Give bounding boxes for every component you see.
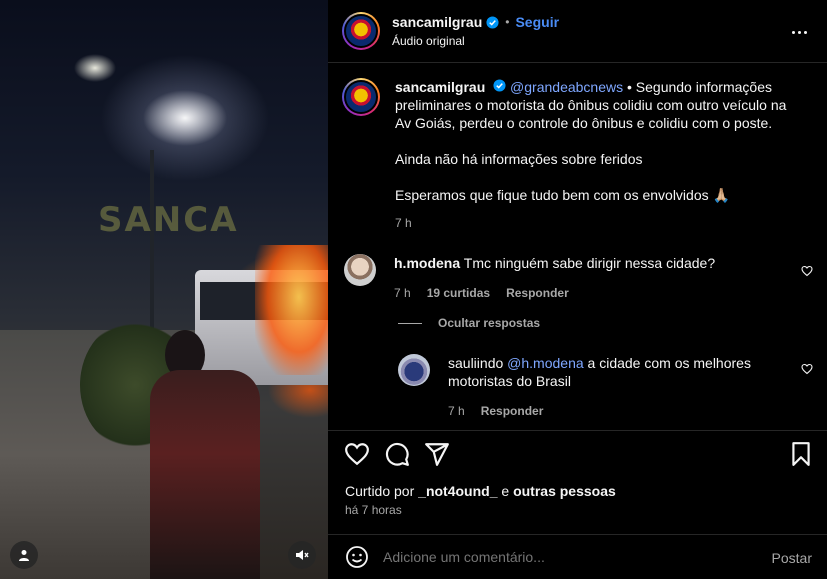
likes-summary: Curtido por _not4ound_ e outras pessoas	[345, 483, 616, 499]
heart-icon[interactable]	[344, 441, 370, 467]
reply-username[interactable]: sauliindo	[448, 355, 503, 371]
instagram-post-modal: SANCA sancamilgrau • Seguir Áudio origin…	[0, 0, 827, 579]
reply-mention-link[interactable]: @h.modena	[507, 355, 583, 371]
reply-item: sauliindo @h.modena a cidade com os melh…	[398, 354, 813, 420]
comment-likes[interactable]: 19 curtidas	[427, 284, 490, 302]
avatar-logo	[344, 80, 378, 114]
caption-text-3: Esperamos que fique tudo bem com os envo…	[395, 187, 730, 203]
header-text: sancamilgrau • Seguir Áudio original	[392, 14, 559, 48]
caption-mention-link[interactable]: @grandeabcnews	[510, 79, 623, 95]
person-body	[150, 370, 260, 579]
caption-body: sancamilgrau @grandeabcnews • Segundo in…	[395, 78, 800, 232]
verified-badge-icon	[486, 15, 499, 29]
reply-meta: 7 h Responder	[448, 402, 778, 420]
more-dot	[797, 30, 801, 34]
person-silhouette	[150, 330, 260, 579]
reply-like-heart-icon[interactable]	[801, 363, 813, 375]
verified-badge-icon	[493, 79, 506, 92]
original-audio-link[interactable]: Áudio original	[392, 34, 559, 48]
commenter-avatar[interactable]	[344, 254, 376, 286]
author-username[interactable]: sancamilgrau	[392, 14, 482, 30]
comment-content: h.modena Tmc ninguém sabe dirigir nessa …	[394, 254, 715, 272]
header-separator: •	[505, 15, 510, 29]
comment-like-heart-icon[interactable]	[801, 265, 813, 277]
more-horizontal-icon	[791, 30, 795, 34]
reply-avatar[interactable]	[398, 354, 430, 386]
avatar-logo	[344, 14, 378, 48]
caption-paragraph-1: sancamilgrau @grandeabcnews • Segundo in…	[395, 78, 800, 132]
caption: sancamilgrau @grandeabcnews • Segundo in…	[342, 78, 812, 232]
author-avatar[interactable]	[342, 12, 380, 50]
likes-prefix: Curtido por	[345, 483, 419, 499]
emoji-icon[interactable]	[345, 545, 369, 569]
caption-avatar[interactable]	[342, 78, 380, 116]
likes-others-link[interactable]: outras pessoas	[513, 483, 616, 499]
reply-content: sauliindo @h.modena a cidade com os melh…	[448, 354, 778, 390]
post-header: sancamilgrau • Seguir Áudio original	[328, 0, 827, 63]
post-video[interactable]: SANCA	[0, 0, 328, 579]
comment-input[interactable]	[383, 549, 827, 565]
user-icon	[19, 550, 29, 561]
send-icon[interactable]	[424, 441, 450, 467]
hide-replies-label: Ocultar respostas	[438, 316, 541, 330]
caption-text-2: Ainda não há informações sobre feridos	[395, 151, 643, 167]
comment-body: h.modena Tmc ninguém sabe dirigir nessa …	[394, 254, 715, 302]
comment-reply-button[interactable]: Responder	[506, 284, 569, 302]
comment-icon[interactable]	[384, 441, 410, 467]
hide-replies-toggle[interactable]: Ocultar respostas	[398, 316, 540, 330]
caption-time[interactable]: 7 h	[395, 214, 800, 232]
video-watermark: SANCA	[98, 200, 239, 240]
post-comment-button[interactable]: Postar	[772, 550, 812, 566]
more-options-button[interactable]	[789, 22, 809, 42]
comment-item: h.modena Tmc ninguém sabe dirigir nessa …	[344, 254, 814, 302]
action-bar	[328, 430, 827, 474]
post-timestamp[interactable]: há 7 horas	[345, 503, 402, 517]
post-sidebar: sancamilgrau • Seguir Áudio original san…	[328, 0, 827, 579]
fire	[255, 245, 328, 375]
add-comment-bar: Postar	[328, 534, 827, 579]
comment-username[interactable]: h.modena	[394, 255, 460, 271]
comment-text: Tmc ninguém sabe dirigir nessa cidade?	[460, 255, 716, 271]
bookmark-icon[interactable]	[788, 441, 814, 467]
caption-username[interactable]: sancamilgrau	[395, 79, 485, 95]
comment-time[interactable]: 7 h	[394, 284, 411, 302]
likes-user-link[interactable]: _not4ound_	[418, 483, 497, 499]
reply-time[interactable]: 7 h	[448, 402, 465, 420]
comment-meta: 7 h 19 curtidas Responder	[394, 284, 715, 302]
tagged-users-button[interactable]	[10, 541, 38, 569]
replies-divider-line	[398, 322, 422, 324]
mute-button[interactable]	[288, 541, 316, 569]
street-pole	[150, 150, 154, 330]
speaker-muted-icon	[296, 550, 309, 560]
reply-reply-button[interactable]: Responder	[481, 402, 544, 420]
likes-middle: e	[497, 483, 514, 499]
follow-button[interactable]: Seguir	[515, 14, 559, 30]
more-dot	[803, 30, 807, 34]
comments-scroll-area[interactable]: sancamilgrau @grandeabcnews • Segundo in…	[328, 64, 827, 429]
reply-body: sauliindo @h.modena a cidade com os melh…	[448, 354, 778, 420]
header-name-row: sancamilgrau • Seguir	[392, 14, 559, 30]
